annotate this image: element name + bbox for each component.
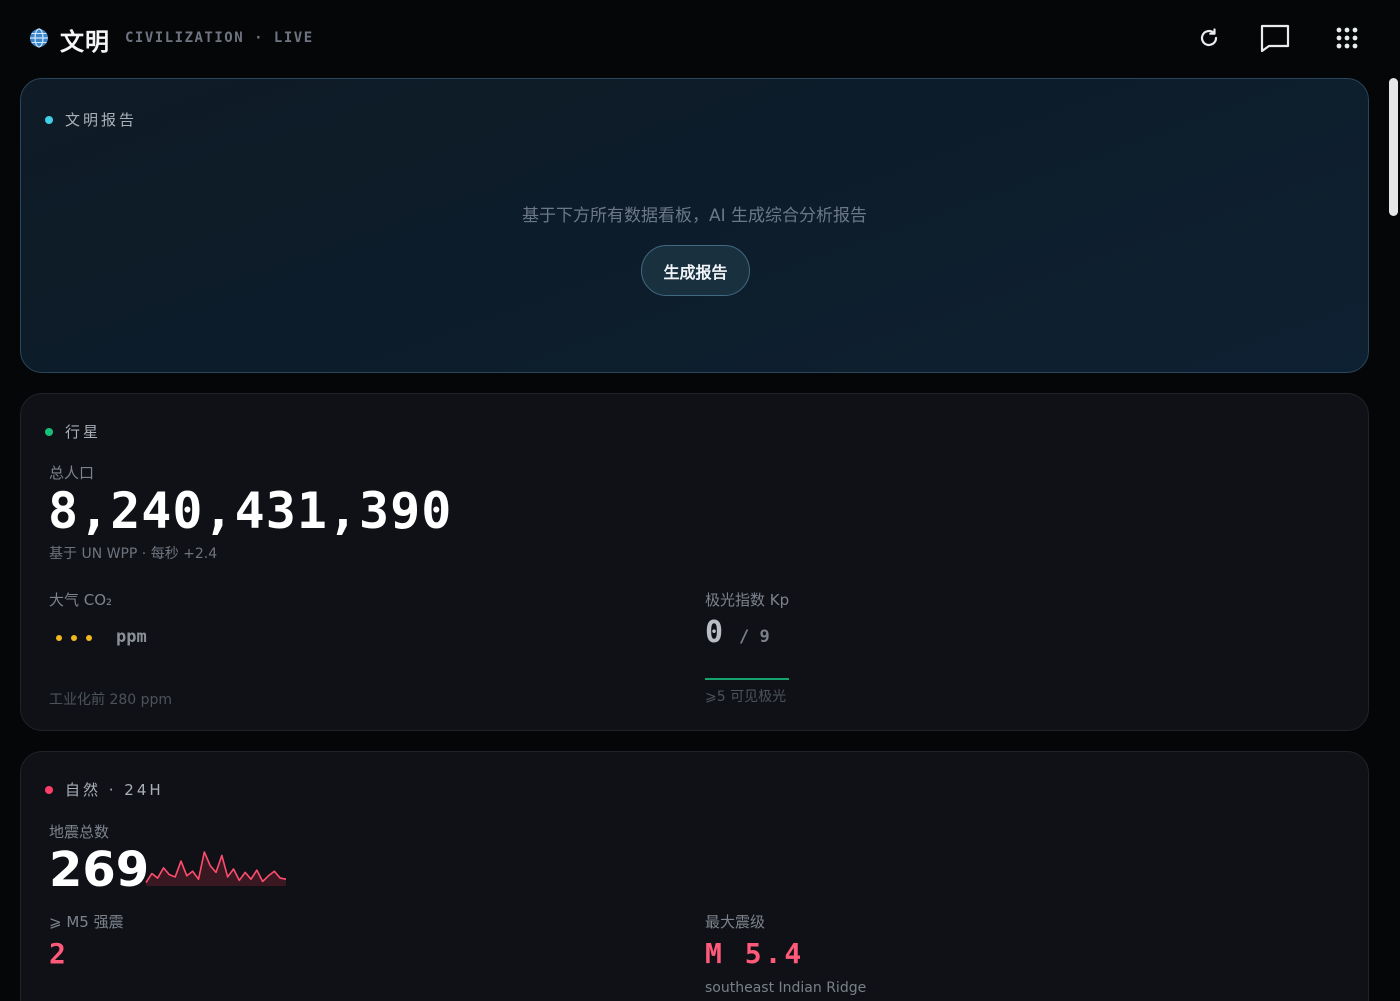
kp-label: 极光指数 Kp: [705, 591, 790, 609]
max-magnitude-label: 最大震级: [705, 913, 766, 931]
co2-unit: ppm: [116, 627, 147, 647]
nature-card: 自然 · 24H 地震总数 269 ⩾ M5 强震 2 最大震级 M 5.4 s…: [20, 751, 1369, 1001]
chat-icon: [1260, 24, 1290, 53]
sparkline-area: [146, 852, 286, 886]
top-bar: 文明 CIVILIZATION · LIVE: [0, 0, 1400, 78]
report-card: 文明报告 基于下方所有数据看板，AI 生成综合分析报告 生成报告: [20, 78, 1369, 373]
m5-label: ⩾ M5 强震: [49, 913, 124, 931]
app-title: 文明: [60, 28, 110, 56]
report-hint: 基于下方所有数据看板，AI 生成综合分析报告: [521, 206, 868, 226]
chat-button[interactable]: [1259, 22, 1291, 54]
report-section-header: 文明报告: [45, 109, 137, 130]
globe-icon: [29, 28, 49, 48]
quake-label: 地震总数: [49, 823, 110, 841]
population-value: 8,240,431,390: [48, 482, 453, 540]
m5-value: 2: [49, 937, 66, 970]
quake-sparkline: [145, 851, 287, 886]
planet-card: 行星 总人口 8,240,431,390 基于 UN WPP · 每秒 +2.4…: [20, 393, 1369, 731]
planet-status-dot: [45, 427, 53, 436]
refresh-icon: [1200, 28, 1218, 47]
population-note: 基于 UN WPP · 每秒 +2.4: [49, 546, 218, 562]
planet-section-title: 行星: [65, 423, 102, 441]
nature-section-title: 自然 · 24H: [65, 781, 164, 799]
kp-indicator-line: [705, 678, 789, 680]
co2-loading-indicator: [56, 635, 92, 641]
co2-note: 工业化前 280 ppm: [49, 692, 173, 708]
kp-max: / 9: [739, 627, 770, 647]
kp-note: ⩾5 可见极光: [705, 689, 787, 705]
kp-value: 0: [705, 615, 724, 650]
refresh-button[interactable]: [1193, 22, 1225, 54]
scrollbar-thumb[interactable]: [1389, 78, 1398, 216]
quake-count: 269: [49, 842, 150, 898]
report-section-title: 文明报告: [65, 111, 138, 129]
grid-menu-icon: [1336, 27, 1358, 49]
scrollbar-track[interactable]: [1386, 78, 1400, 1001]
max-magnitude-place: southeast Indian Ridge: [705, 980, 867, 996]
generate-report-button[interactable]: 生成报告: [641, 245, 750, 296]
report-status-dot: [45, 115, 53, 124]
nature-section-header: 自然 · 24H: [45, 779, 164, 800]
app-subtitle: CIVILIZATION · LIVE: [125, 30, 314, 46]
nature-status-dot: [45, 785, 53, 794]
population-label: 总人口: [49, 464, 95, 482]
max-magnitude-value: M 5.4: [705, 937, 805, 970]
grid-menu-button[interactable]: [1331, 22, 1363, 54]
co2-label: 大气 CO₂: [49, 591, 113, 609]
planet-section-header: 行星: [45, 421, 101, 442]
